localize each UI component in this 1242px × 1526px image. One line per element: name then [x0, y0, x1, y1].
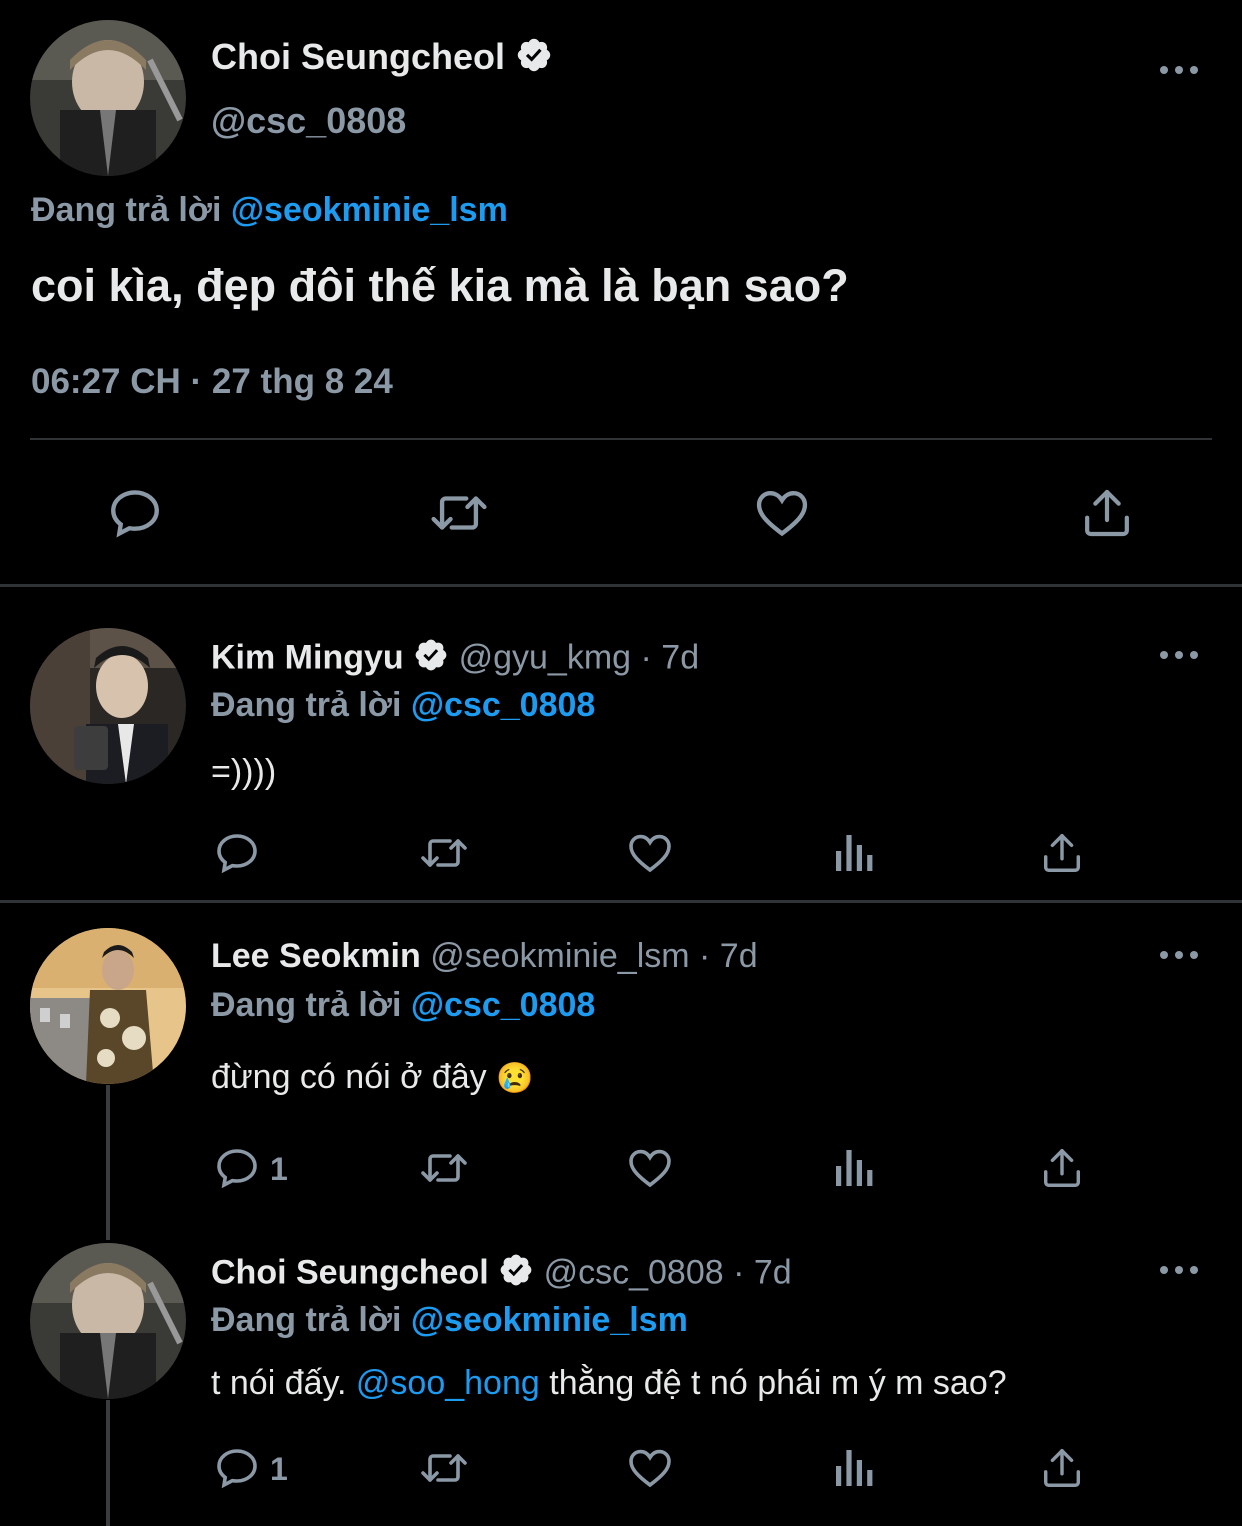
crying-face-emoji: 😢 — [496, 1062, 534, 1095]
like-icon[interactable] — [625, 829, 675, 877]
more-icon[interactable] — [1160, 63, 1200, 77]
verified-icon — [498, 1252, 534, 1297]
tweet-time[interactable]: · 7d — [733, 1253, 792, 1291]
more-icon[interactable] — [1160, 948, 1200, 962]
author-name[interactable]: Choi Seungcheol — [211, 1253, 489, 1291]
tweet-text: t nói đấy. @soo_hong thằng đệ t nó phái … — [211, 1364, 1007, 1403]
reply-icon[interactable] — [106, 484, 164, 542]
tweet-header: Kim Mingyu @gyu_kmg · 7d — [211, 637, 699, 682]
tweet-time[interactable]: · 7d — [699, 937, 758, 975]
retweet-icon[interactable] — [416, 829, 472, 877]
reply-prefix: Đang trả lời — [31, 191, 222, 229]
reply-count: 1 — [270, 1151, 288, 1187]
share-icon[interactable] — [1039, 829, 1085, 877]
reply-count: 1 — [270, 1451, 288, 1487]
author-name-text[interactable]: Choi Seungcheol — [211, 36, 505, 77]
author-handle[interactable]: @seokminie_lsm — [430, 937, 689, 975]
author-handle[interactable]: @gyu_kmg — [459, 638, 631, 676]
like-icon[interactable] — [625, 1144, 675, 1192]
reply-prefix: Đang trả lời — [211, 1301, 402, 1339]
tweet-header: Lee Seokmin @seokminie_lsm · 7d — [211, 937, 758, 976]
reply-to-link[interactable]: @csc_0808 — [411, 986, 595, 1024]
reply-context: Đang trả lời @csc_0808 — [211, 686, 595, 725]
share-icon[interactable] — [1079, 484, 1135, 542]
avatar[interactable] — [30, 1243, 186, 1399]
reply-context: Đang trả lời @seokminie_lsm — [31, 191, 508, 230]
author-name[interactable]: Kim Mingyu — [211, 638, 404, 676]
tweet-text-after: thằng đệ t nó phái m ý m sao? — [549, 1364, 1007, 1402]
more-icon[interactable] — [1160, 1263, 1200, 1277]
more-icon[interactable] — [1160, 648, 1200, 662]
author-handle[interactable]: @csc_0808 — [544, 1253, 724, 1291]
thread-line — [106, 1085, 110, 1240]
like-icon[interactable] — [752, 484, 812, 542]
analytics-icon[interactable] — [834, 1144, 878, 1192]
author-handle[interactable]: @csc_0808 — [211, 100, 406, 142]
reply-icon[interactable] — [213, 829, 261, 877]
verified-icon — [515, 36, 553, 83]
tweet-header: Choi Seungcheol @csc_0808 · 7d — [211, 1252, 792, 1297]
thread-line — [106, 1400, 110, 1526]
tweet-timestamp[interactable]: 06:27 CH · 27 thg 8 24 — [31, 362, 393, 402]
avatar[interactable] — [30, 628, 186, 784]
like-icon[interactable] — [625, 1444, 675, 1492]
tweet-time[interactable]: · 7d — [641, 638, 700, 676]
reply-context: Đang trả lời @csc_0808 — [211, 986, 595, 1025]
author-name[interactable]: Lee Seokmin — [211, 937, 421, 975]
verified-icon — [413, 637, 449, 682]
mention-link[interactable]: @soo_hong — [356, 1364, 540, 1402]
retweet-icon[interactable] — [416, 1144, 472, 1192]
reply-prefix: Đang trả lời — [211, 986, 402, 1024]
avatar[interactable] — [30, 20, 186, 176]
tweet-text-before: t nói đấy. — [211, 1364, 347, 1402]
retweet-icon[interactable] — [426, 484, 492, 542]
tweet-text-body: đừng có nói ở đây — [211, 1058, 487, 1096]
reply-prefix: Đang trả lời — [211, 686, 402, 724]
reply-to-link[interactable]: @csc_0808 — [411, 686, 595, 724]
tweet-text: đừng có nói ở đây 😢 — [211, 1058, 533, 1097]
reply-to-link[interactable]: @seokminie_lsm — [231, 191, 508, 229]
divider — [30, 438, 1212, 440]
tweet-text: coi kìa, đẹp đôi thế kia mà là bạn sao? — [31, 260, 849, 311]
divider — [0, 584, 1242, 587]
tweet-text: =)))) — [211, 753, 277, 791]
analytics-icon[interactable] — [834, 829, 878, 877]
avatar[interactable] — [30, 928, 186, 1084]
reply-to-link[interactable]: @seokminie_lsm — [411, 1301, 688, 1339]
reply-icon[interactable] — [213, 1144, 261, 1192]
share-icon[interactable] — [1039, 1444, 1085, 1492]
divider — [0, 900, 1242, 903]
analytics-icon[interactable] — [834, 1444, 878, 1492]
reply-icon[interactable] — [213, 1444, 261, 1492]
retweet-icon[interactable] — [416, 1444, 472, 1492]
reply-context: Đang trả lời @seokminie_lsm — [211, 1301, 688, 1340]
share-icon[interactable] — [1039, 1144, 1085, 1192]
author-name[interactable]: Choi Seungcheol — [211, 36, 553, 83]
